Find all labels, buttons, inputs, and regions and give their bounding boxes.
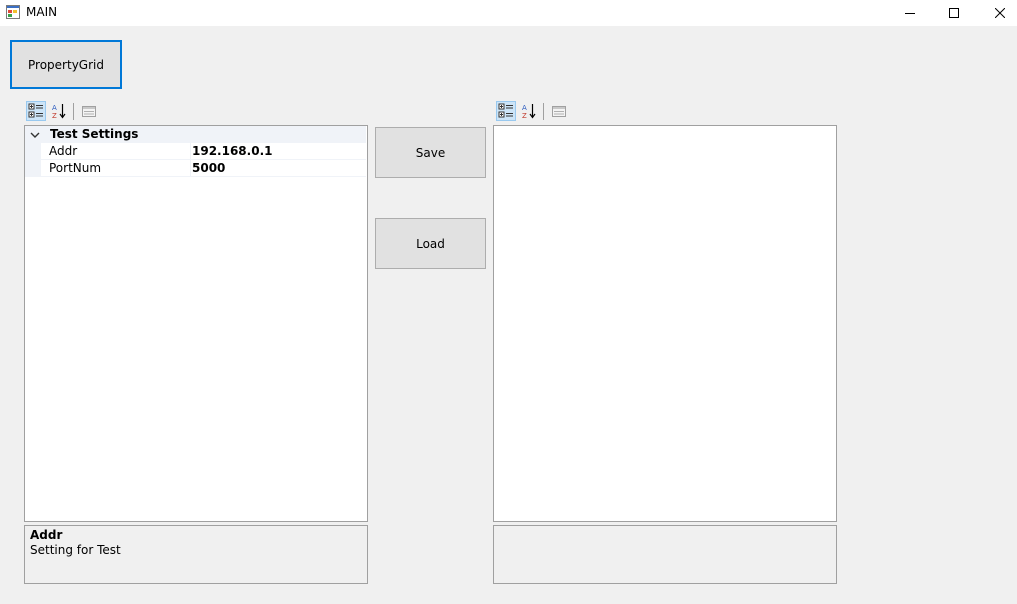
close-button[interactable] [977, 0, 1017, 26]
property-pages-icon [82, 106, 96, 117]
property-splitter[interactable] [190, 143, 191, 160]
categorized-icon [498, 103, 513, 118]
chevron-down-icon[interactable] [29, 129, 41, 141]
svg-text:A: A [52, 104, 57, 112]
right-property-grid[interactable] [493, 125, 837, 522]
save-button[interactable]: Save [375, 127, 486, 178]
category-row[interactable]: Test Settings [25, 126, 366, 143]
left-property-pages-button[interactable] [79, 101, 99, 121]
property-gutter [25, 160, 41, 177]
property-row-portnum[interactable]: PortNum 5000 [25, 160, 366, 177]
property-value[interactable]: 192.168.0.1 [192, 144, 272, 158]
app-icon [6, 5, 20, 19]
propertygrid-button-label: PropertyGrid [28, 57, 104, 72]
maximize-icon [949, 8, 959, 18]
property-pages-icon [552, 106, 566, 117]
property-name: Addr [49, 144, 78, 158]
svg-text:Z: Z [52, 112, 57, 119]
left-categorized-button[interactable] [26, 101, 46, 121]
left-alphabetical-button[interactable]: A Z [49, 101, 69, 121]
category-label: Test Settings [50, 127, 139, 141]
categorized-icon [28, 103, 43, 118]
description-text: Setting for Test [30, 543, 121, 557]
right-property-pages-button[interactable] [549, 101, 569, 121]
maximize-button[interactable] [931, 0, 977, 26]
right-description-pane [493, 525, 837, 584]
save-button-label: Save [415, 145, 446, 160]
property-name: PortNum [49, 161, 102, 175]
svg-text:Z: Z [522, 112, 527, 119]
left-toolbar-separator [73, 103, 74, 120]
property-value[interactable]: 5000 [192, 161, 225, 175]
left-description-pane: Addr Setting for Test [24, 525, 368, 584]
load-button[interactable]: Load [375, 218, 486, 269]
description-title: Addr [30, 528, 63, 542]
close-icon [995, 8, 1005, 18]
propertygrid-button[interactable]: PropertyGrid [10, 40, 122, 89]
minimize-icon [905, 13, 915, 14]
right-categorized-button[interactable] [496, 101, 516, 121]
property-gutter [25, 143, 41, 160]
load-button-label: Load [416, 236, 445, 251]
left-grid-toolbar: A Z [26, 101, 106, 123]
sort-alphabetical-icon: A Z [52, 104, 66, 119]
title-bar: MAIN [0, 0, 1017, 26]
right-alphabetical-button[interactable]: A Z [519, 101, 539, 121]
property-splitter[interactable] [190, 160, 191, 177]
left-property-grid[interactable]: Test Settings Addr 192.168.0.1 PortNum 5… [24, 125, 368, 522]
minimize-button[interactable] [887, 0, 933, 26]
right-toolbar-separator [543, 103, 544, 120]
right-grid-toolbar: A Z [496, 101, 576, 123]
property-row-addr[interactable]: Addr 192.168.0.1 [25, 143, 366, 160]
svg-text:A: A [522, 104, 527, 112]
sort-alphabetical-icon: A Z [522, 104, 536, 119]
window-title: MAIN [26, 5, 58, 19]
